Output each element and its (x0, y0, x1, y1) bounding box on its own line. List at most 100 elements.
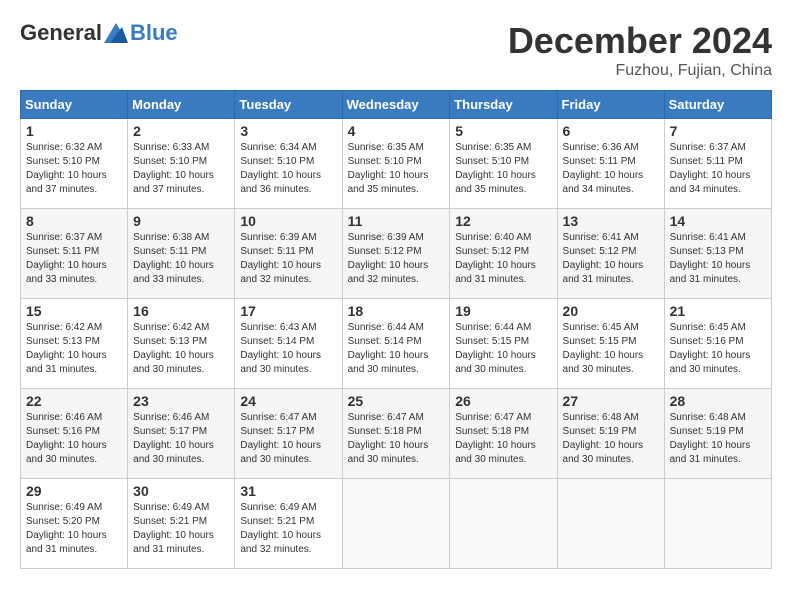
weekday-thursday: Thursday (450, 91, 557, 119)
day-number: 9 (133, 213, 229, 229)
day-info: Sunrise: 6:41 AMSunset: 5:13 PMDaylight:… (670, 231, 766, 287)
logo-icon (104, 23, 128, 43)
calendar-cell: 1 Sunrise: 6:32 AMSunset: 5:10 PMDaylight… (21, 119, 128, 209)
day-info: Sunrise: 6:37 AMSunset: 5:11 PMDaylight:… (26, 231, 122, 287)
day-number: 11 (348, 213, 445, 229)
day-info: Sunrise: 6:42 AMSunset: 5:13 PMDaylight:… (133, 321, 229, 377)
day-info: Sunrise: 6:45 AMSunset: 5:15 PMDaylight:… (563, 321, 659, 377)
day-info: Sunrise: 6:36 AMSunset: 5:11 PMDaylight:… (563, 141, 659, 197)
weekday-tuesday: Tuesday (235, 91, 342, 119)
week-row-1: 1 Sunrise: 6:32 AMSunset: 5:10 PMDaylight… (21, 119, 772, 209)
day-number: 14 (670, 213, 766, 229)
day-info: Sunrise: 6:44 AMSunset: 5:15 PMDaylight:… (455, 321, 551, 377)
calendar-cell: 17 Sunrise: 6:43 AMSunset: 5:14 PMDayligh… (235, 299, 342, 389)
day-info: Sunrise: 6:38 AMSunset: 5:11 PMDaylight:… (133, 231, 229, 287)
calendar-cell: 24Sunrise: 6:47 AMSunset: 5:17 PMDayligh… (235, 389, 342, 479)
calendar-cell: 16 Sunrise: 6:42 AMSunset: 5:13 PMDayligh… (128, 299, 235, 389)
weekday-sunday: Sunday (21, 91, 128, 119)
calendar-cell: 4Sunrise: 6:35 AMSunset: 5:10 PMDaylight… (342, 119, 450, 209)
day-number: 15 (26, 303, 122, 319)
weekday-header-row: SundayMondayTuesdayWednesdayThursdayFrid… (21, 91, 772, 119)
day-info: Sunrise: 6:49 AMSunset: 5:21 PMDaylight:… (133, 501, 229, 557)
calendar-cell: 22Sunrise: 6:46 AMSunset: 5:16 PMDayligh… (21, 389, 128, 479)
calendar-cell: 18 Sunrise: 6:44 AMSunset: 5:14 PMDayligh… (342, 299, 450, 389)
calendar-cell: 3 Sunrise: 6:34 AMSunset: 5:10 PMDaylight… (235, 119, 342, 209)
day-number: 22 (26, 393, 122, 409)
day-number: 20 (563, 303, 659, 319)
calendar-cell (557, 479, 664, 569)
logo: General Blue (20, 20, 178, 46)
calendar-cell: 30 Sunrise: 6:49 AMSunset: 5:21 PMDayligh… (128, 479, 235, 569)
day-number: 25 (348, 393, 445, 409)
calendar-cell (450, 479, 557, 569)
day-info: Sunrise: 6:39 AMSunset: 5:12 PMDaylight:… (348, 231, 445, 287)
day-number: 21 (670, 303, 766, 319)
day-number: 18 (348, 303, 445, 319)
weekday-wednesday: Wednesday (342, 91, 450, 119)
logo-general: General (20, 20, 102, 46)
day-number: 13 (563, 213, 659, 229)
calendar-cell: 20 Sunrise: 6:45 AMSunset: 5:15 PMDayligh… (557, 299, 664, 389)
day-number: 10 (240, 213, 336, 229)
calendar-cell: 29Sunrise: 6:49 AMSunset: 5:20 PMDayligh… (21, 479, 128, 569)
calendar-cell: 13 Sunrise: 6:41 AMSunset: 5:12 PMDayligh… (557, 209, 664, 299)
day-number: 2 (133, 123, 229, 139)
day-number: 16 (133, 303, 229, 319)
calendar-cell: 26 Sunrise: 6:47 AMSunset: 5:18 PMDayligh… (450, 389, 557, 479)
day-info: Sunrise: 6:49 AMSunset: 5:20 PMDaylight:… (26, 501, 122, 557)
logo-blue: Blue (130, 20, 178, 46)
day-info: Sunrise: 6:33 AMSunset: 5:10 PMDaylight:… (133, 141, 229, 197)
week-row-4: 22Sunrise: 6:46 AMSunset: 5:16 PMDayligh… (21, 389, 772, 479)
calendar-cell: 23 Sunrise: 6:46 AMSunset: 5:17 PMDayligh… (128, 389, 235, 479)
week-row-2: 8 Sunrise: 6:37 AMSunset: 5:11 PMDaylight… (21, 209, 772, 299)
day-number: 30 (133, 483, 229, 499)
day-info: Sunrise: 6:43 AMSunset: 5:14 PMDaylight:… (240, 321, 336, 377)
day-number: 12 (455, 213, 551, 229)
day-info: Sunrise: 6:35 AMSunset: 5:10 PMDaylight:… (455, 141, 551, 197)
day-number: 5 (455, 123, 551, 139)
day-info: Sunrise: 6:47 AMSunset: 5:18 PMDaylight:… (455, 411, 551, 467)
week-row-5: 29Sunrise: 6:49 AMSunset: 5:20 PMDayligh… (21, 479, 772, 569)
weekday-saturday: Saturday (664, 91, 771, 119)
day-info: Sunrise: 6:39 AMSunset: 5:11 PMDaylight:… (240, 231, 336, 287)
calendar-cell (664, 479, 771, 569)
calendar-cell: 28 Sunrise: 6:48 AMSunset: 5:19 PMDayligh… (664, 389, 771, 479)
calendar-cell: 31 Sunrise: 6:49 AMSunset: 5:21 PMDayligh… (235, 479, 342, 569)
title-section: December 2024 Fuzhou, Fujian, China (508, 20, 772, 80)
day-number: 8 (26, 213, 122, 229)
location-subtitle: Fuzhou, Fujian, China (508, 62, 772, 80)
week-row-3: 15 Sunrise: 6:42 AMSunset: 5:13 PMDayligh… (21, 299, 772, 389)
day-info: Sunrise: 6:44 AMSunset: 5:14 PMDaylight:… (348, 321, 445, 377)
day-number: 7 (670, 123, 766, 139)
day-info: Sunrise: 6:46 AMSunset: 5:17 PMDaylight:… (133, 411, 229, 467)
day-info: Sunrise: 6:48 AMSunset: 5:19 PMDaylight:… (670, 411, 766, 467)
day-info: Sunrise: 6:41 AMSunset: 5:12 PMDaylight:… (563, 231, 659, 287)
day-number: 28 (670, 393, 766, 409)
day-info: Sunrise: 6:47 AMSunset: 5:17 PMDaylight:… (240, 411, 336, 467)
day-number: 31 (240, 483, 336, 499)
calendar-cell: 27Sunrise: 6:48 AMSunset: 5:19 PMDayligh… (557, 389, 664, 479)
calendar-cell: 19 Sunrise: 6:44 AMSunset: 5:15 PMDayligh… (450, 299, 557, 389)
day-info: Sunrise: 6:32 AMSunset: 5:10 PMDaylight:… (26, 141, 122, 197)
day-number: 27 (563, 393, 659, 409)
day-info: Sunrise: 6:45 AMSunset: 5:16 PMDaylight:… (670, 321, 766, 377)
day-number: 23 (133, 393, 229, 409)
day-number: 17 (240, 303, 336, 319)
calendar-cell: 10 Sunrise: 6:39 AMSunset: 5:11 PMDayligh… (235, 209, 342, 299)
day-info: Sunrise: 6:42 AMSunset: 5:13 PMDaylight:… (26, 321, 122, 377)
weekday-friday: Friday (557, 91, 664, 119)
day-number: 3 (240, 123, 336, 139)
page-header: General Blue December 2024 Fuzhou, Fujia… (20, 20, 772, 80)
day-number: 26 (455, 393, 551, 409)
calendar-body: 1 Sunrise: 6:32 AMSunset: 5:10 PMDaylight… (21, 119, 772, 569)
calendar-cell: 2 Sunrise: 6:33 AMSunset: 5:10 PMDaylight… (128, 119, 235, 209)
day-info: Sunrise: 6:49 AMSunset: 5:21 PMDaylight:… (240, 501, 336, 557)
day-number: 1 (26, 123, 122, 139)
calendar-cell: 25Sunrise: 6:47 AMSunset: 5:18 PMDayligh… (342, 389, 450, 479)
weekday-monday: Monday (128, 91, 235, 119)
day-number: 19 (455, 303, 551, 319)
day-number: 6 (563, 123, 659, 139)
calendar-cell: 8 Sunrise: 6:37 AMSunset: 5:11 PMDaylight… (21, 209, 128, 299)
day-info: Sunrise: 6:34 AMSunset: 5:10 PMDaylight:… (240, 141, 336, 197)
day-info: Sunrise: 6:35 AMSunset: 5:10 PMDaylight:… (348, 141, 445, 197)
